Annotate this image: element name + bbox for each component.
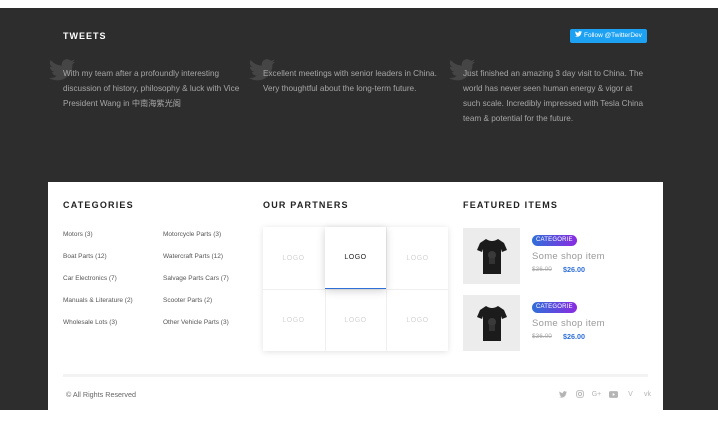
- old-price: $36.00: [532, 333, 552, 340]
- category-link[interactable]: Scooter Parts (2): [163, 297, 212, 304]
- product-price: $26.00: [563, 332, 585, 341]
- product-name[interactable]: Some shop item: [532, 318, 605, 329]
- tshirt-icon: [476, 306, 507, 341]
- categories-title: CATEGORIES: [63, 200, 134, 210]
- twitter-icon: [575, 29, 582, 43]
- partner-logo[interactable]: LOGO: [325, 227, 386, 289]
- partner-logo[interactable]: LOGO: [325, 289, 386, 351]
- category-link[interactable]: Watercraft Parts (12): [163, 253, 223, 260]
- tshirt-icon: [476, 239, 507, 274]
- category-link[interactable]: Car Electronics (7): [63, 275, 117, 282]
- category-badge[interactable]: CATEGORIE: [532, 302, 577, 313]
- tweet-text: Just finished an amazing 3 day visit to …: [463, 69, 644, 123]
- product-image[interactable]: [463, 295, 520, 351]
- category-link[interactable]: Motorcycle Parts (3): [163, 231, 221, 238]
- footer-divider: [63, 374, 648, 377]
- tweet-item: With my team after a profoundly interest…: [48, 59, 248, 111]
- youtube-icon[interactable]: [608, 389, 619, 399]
- partner-logo[interactable]: LOGO: [387, 227, 448, 289]
- vimeo-icon[interactable]: V: [625, 389, 636, 399]
- tweet-item: Excellent meetings with senior leaders i…: [248, 59, 448, 96]
- page: TWEETS Follow @TwitterDev With my team a…: [0, 0, 718, 432]
- twitter-icon[interactable]: [557, 389, 568, 399]
- tweet-item: Just finished an amazing 3 day visit to …: [448, 59, 648, 126]
- category-link[interactable]: Wholesale Lots (3): [63, 319, 117, 326]
- vk-icon[interactable]: vk: [642, 389, 653, 399]
- category-link[interactable]: Boat Parts (12): [63, 253, 107, 260]
- tweets-title: TWEETS: [63, 31, 107, 41]
- partners-title: OUR PARTNERS: [263, 200, 349, 210]
- google-plus-icon[interactable]: G+: [591, 389, 602, 399]
- tweet-text: With my team after a profoundly interest…: [63, 69, 240, 108]
- product-price: $26.00: [563, 265, 585, 274]
- product-name[interactable]: Some shop item: [532, 251, 605, 262]
- partner-logo[interactable]: LOGO: [387, 289, 448, 351]
- category-link[interactable]: Manuals & Literature (2): [63, 297, 133, 304]
- instagram-icon[interactable]: [574, 389, 585, 399]
- follow-label: Follow @TwitterDev: [584, 32, 642, 39]
- partner-logo[interactable]: LOGO: [263, 227, 324, 289]
- tweet-text: Excellent meetings with senior leaders i…: [263, 69, 437, 93]
- category-link[interactable]: Salvage Parts Cars (7): [163, 275, 229, 282]
- featured-title: FEATURED ITEMS: [463, 200, 559, 210]
- old-price: $36.00: [532, 266, 552, 273]
- category-link[interactable]: Other Vehicle Parts (3): [163, 319, 229, 326]
- social-links: G+ V vk: [557, 389, 653, 399]
- partners-grid: LOGO LOGO LOGO LOGO LOGO LOGO: [263, 227, 448, 351]
- category-badge[interactable]: CATEGORIE: [532, 235, 577, 246]
- category-link[interactable]: Motors (3): [63, 231, 93, 238]
- partner-logo[interactable]: LOGO: [263, 289, 324, 351]
- copyright-text: © All Rights Reserved: [66, 390, 137, 399]
- product-image[interactable]: [463, 228, 520, 284]
- follow-twitter-button[interactable]: Follow @TwitterDev: [570, 29, 647, 43]
